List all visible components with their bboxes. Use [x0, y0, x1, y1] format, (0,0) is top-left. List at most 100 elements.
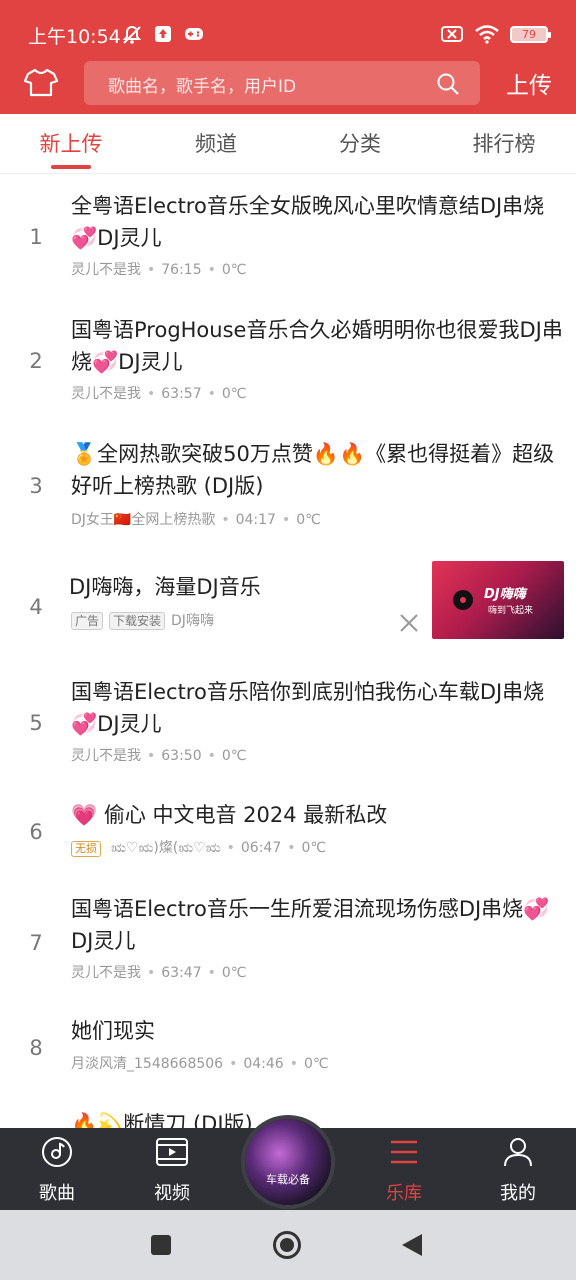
- upload-status-icon: [155, 26, 171, 42]
- song-title: 全粤语Electro音乐全女版晚风心里吹情意结DJ串烧💞DJ灵儿: [71, 194, 545, 250]
- nav-label: 歌曲: [39, 1183, 75, 1204]
- ad-logo-text: DJ嗨嗨: [484, 587, 526, 602]
- song-meta: 灵儿不是我 • 63:50 • 0℃: [71, 748, 247, 764]
- battery-icon: 79: [510, 25, 551, 43]
- nav-songs[interactable]: 歌曲: [17, 1136, 97, 1205]
- tab-rankings[interactable]: 排行榜: [454, 128, 554, 158]
- download-install-tag[interactable]: 下载安装: [109, 612, 166, 630]
- nav-library[interactable]: 乐库: [364, 1136, 444, 1205]
- status-icons-right: 79: [440, 24, 551, 44]
- rank-number: 2: [29, 349, 43, 373]
- song-title: 她们现实: [71, 1019, 155, 1043]
- song-title: 国粤语ProgHouse音乐合久必婚明明你也很爱我DJ串烧💞DJ灵儿: [71, 318, 563, 374]
- status-time: 上午10:54: [28, 26, 121, 48]
- song-meta: 灵儿不是我 • 63:47 • 0℃: [71, 965, 247, 981]
- ad-advertiser: DJ嗨嗨: [171, 613, 214, 629]
- song-temp: 0℃: [221, 262, 247, 278]
- song-meta: 灵儿不是我 • 63:57 • 0℃: [71, 386, 247, 402]
- close-icon[interactable]: [398, 612, 420, 634]
- song-title: 国粤语Electro音乐一生所爱泪流现场伤感DJ串烧💞DJ灵儿: [71, 897, 550, 953]
- song-duration: 63:57: [161, 386, 202, 402]
- song-temp: 0℃: [221, 965, 247, 981]
- status-icons-left: [121, 24, 205, 46]
- song-title: 🏅全网热歌突破50万点赞🔥🔥《累也得挺着》超级好听上榜热歌 (DJ版): [71, 442, 555, 498]
- upload-button[interactable]: 上传: [506, 66, 552, 100]
- gamepad-icon: [185, 28, 203, 40]
- status-bar: 上午10:54 79: [0, 14, 576, 58]
- list-item[interactable]: 7 国粤语Electro音乐一生所爱泪流现场伤感DJ串烧💞DJ灵儿 灵儿不是我 •…: [0, 880, 576, 1002]
- song-duration: 63:50: [161, 748, 202, 764]
- song-duration: 04:46: [243, 1056, 284, 1072]
- rank-number: 6: [29, 820, 43, 844]
- ad-title: DJ嗨嗨，海量DJ音乐: [69, 575, 261, 599]
- song-title: 💗 偷心 中文电音 2024 最新私改: [71, 803, 388, 827]
- menu-lines-icon: [391, 1140, 417, 1164]
- center-disc-label: 车载必备: [266, 1173, 310, 1186]
- song-list: 1 全粤语Electro音乐全女版晚风心里吹情意结DJ串烧💞DJ灵儿 灵儿不是我…: [0, 175, 576, 1128]
- video-icon: [156, 1138, 188, 1166]
- nav-videos[interactable]: 视频: [132, 1136, 212, 1205]
- song-artist: 灵儿不是我: [71, 748, 141, 764]
- sim-x-icon: [441, 26, 463, 42]
- song-artist: DJ女王🇨🇳全网上榜热歌: [71, 512, 216, 528]
- list-item[interactable]: 8 她们现实 月淡风清_1548668506 • 04:46 • 0℃: [0, 1002, 576, 1102]
- home-icon[interactable]: [272, 1230, 302, 1260]
- song-artist: 灵儿不是我: [71, 386, 141, 402]
- song-artist: 月淡风清_1548668506: [71, 1056, 224, 1072]
- search-placeholder: 歌曲名，歌手名，用户ID: [108, 77, 297, 97]
- back-icon[interactable]: [400, 1233, 424, 1257]
- song-temp: 0℃: [221, 748, 247, 764]
- rank-number: 8: [29, 1036, 43, 1060]
- list-item[interactable]: 2 国粤语ProgHouse音乐合久必婚明明你也很爱我DJ串烧💞DJ灵儿 灵儿不…: [0, 299, 576, 423]
- tab-bar: 新上传 频道 分类 排行榜: [0, 114, 576, 174]
- active-tab-indicator: [51, 165, 91, 169]
- nav-label: 视频: [154, 1183, 190, 1204]
- song-meta: 无损 ಋ♡ಋ)燦(ಋ♡ಋ • 06:47 • 0℃: [71, 837, 326, 857]
- song-temp: 0℃: [301, 840, 327, 856]
- person-icon: [504, 1138, 532, 1167]
- song-duration: 04:17: [235, 512, 276, 528]
- lossless-badge: 无损: [71, 841, 101, 857]
- ad-slogan: 嗨到飞起来: [488, 606, 534, 616]
- song-artist: 灵儿不是我: [71, 262, 141, 278]
- bell-muted-icon: [122, 25, 142, 44]
- search-icon[interactable]: [436, 72, 460, 96]
- list-item[interactable]: 5 国粤语Electro音乐陪你到底别怕我伤心车载DJ串烧💞DJ灵儿 灵儿不是我…: [0, 661, 576, 785]
- rank-number: 1: [29, 225, 43, 249]
- center-disc-button[interactable]: 车载必备: [241, 1115, 335, 1209]
- nav-label: 我的: [500, 1183, 536, 1204]
- tab-categories[interactable]: 分类: [310, 128, 410, 158]
- song-artist: 灵儿不是我: [71, 965, 141, 981]
- rank-number: 5: [29, 711, 43, 735]
- app-header: 上午10:54 79 歌曲名，歌手名，用户ID 上传: [0, 0, 576, 114]
- song-temp: 0℃: [303, 1056, 329, 1072]
- tab-new-uploads[interactable]: 新上传: [21, 128, 121, 158]
- system-nav-bar: [0, 1210, 576, 1280]
- rank-number: 7: [29, 931, 43, 955]
- song-temp: 0℃: [221, 386, 247, 402]
- vinyl-icon: [453, 590, 473, 610]
- song-artist: ಋ♡ಋ)燦(ಋ♡ಋ: [111, 840, 221, 856]
- song-temp: 0℃: [296, 512, 321, 528]
- song-meta: DJ女王🇨🇳全网上榜热歌 • 04:17 • 0℃: [71, 512, 321, 528]
- ad-image[interactable]: DJ嗨嗨 嗨到飞起来: [432, 561, 564, 639]
- list-item[interactable]: 6 💗 偷心 中文电音 2024 最新私改 无损 ಋ♡ಋ)燦(ಋ♡ಋ • 06:47 •…: [0, 785, 576, 880]
- disc-icon: [42, 1137, 72, 1167]
- wifi-icon: [475, 25, 499, 44]
- recents-icon[interactable]: [150, 1234, 172, 1256]
- song-duration: 76:15: [161, 262, 202, 278]
- ad-meta: 广告 下载安装 DJ嗨嗨: [71, 610, 214, 630]
- list-item[interactable]: 3 🏅全网热歌突破50万点赞🔥🔥《累也得挺着》超级好听上榜热歌 (DJ版) DJ…: [0, 423, 576, 549]
- search-input[interactable]: 歌曲名，歌手名，用户ID: [84, 61, 480, 105]
- list-item[interactable]: 1 全粤语Electro音乐全女版晚风心里吹情意结DJ串烧💞DJ灵儿 灵儿不是我…: [0, 175, 576, 299]
- song-meta: 灵儿不是我 • 76:15 • 0℃: [71, 262, 247, 278]
- ad-tag: 广告: [71, 612, 104, 630]
- nav-mine[interactable]: 我的: [478, 1136, 558, 1205]
- rank-number: 4: [29, 595, 43, 619]
- song-duration: 63:47: [161, 965, 202, 981]
- song-meta: 月淡风清_1548668506 • 04:46 • 0℃: [71, 1056, 329, 1072]
- song-duration: 06:47: [240, 840, 282, 856]
- tab-channels[interactable]: 频道: [166, 128, 266, 158]
- song-title: 国粤语Electro音乐陪你到底别怕我伤心车载DJ串烧💞DJ灵儿: [71, 680, 545, 736]
- tshirt-icon[interactable]: [24, 67, 58, 97]
